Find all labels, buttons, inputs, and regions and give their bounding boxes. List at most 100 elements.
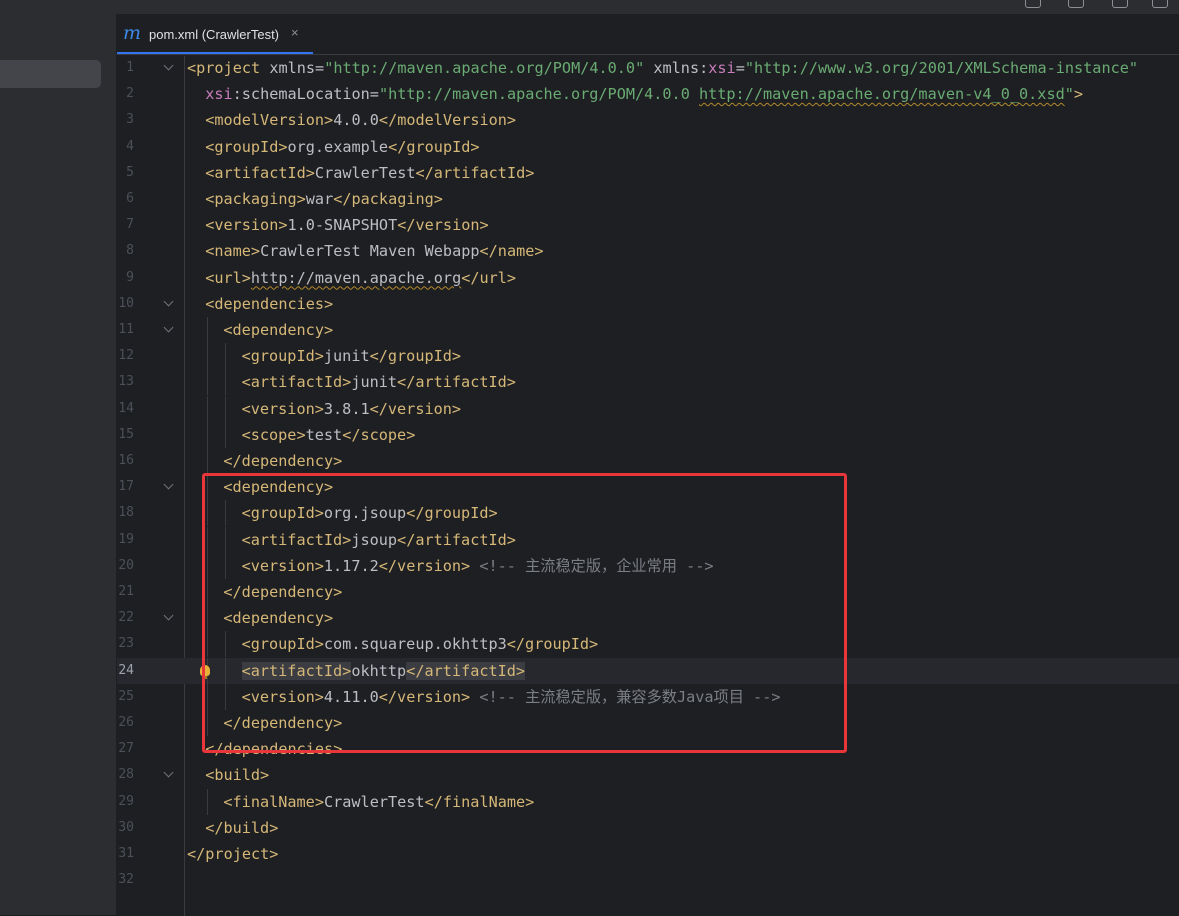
code-text: <groupId>junit</groupId>: [241, 347, 462, 366]
indent-guide: [207, 395, 209, 422]
settings-icon[interactable]: [1152, 0, 1168, 8]
code-line[interactable]: 13 <artifactId>junit</artifactId>: [117, 369, 1179, 396]
line-number: 28: [118, 767, 134, 783]
code-text: xsi:schemaLocation="http://maven.apache.…: [205, 85, 1084, 104]
line-number: 12: [118, 348, 134, 364]
code-line[interactable]: 31 </project>: [117, 841, 1179, 867]
code-text: <packaging>war</packaging>: [205, 190, 443, 208]
code-text: </build>: [205, 818, 279, 837]
line-number: 15: [118, 426, 134, 442]
code-text: <version>1.0-SNAPSHOT</version>: [205, 216, 489, 235]
code-text: <project xmlns="http://maven.apache.org/…: [187, 59, 1139, 77]
code-line[interactable]: 10 <dependencies>: [117, 291, 1179, 317]
code-text: </dependency>: [223, 452, 343, 470]
line-number: 31: [118, 846, 134, 861]
line-number: 16: [118, 453, 134, 468]
toolbar-icon[interactable]: [1025, 0, 1041, 8]
project-sidebar: [0, 14, 117, 915]
code-line[interactable]: 1 <project xmlns="http://maven.apache.org…: [117, 55, 1179, 81]
code-text: <groupId>org.example</groupId>: [205, 137, 480, 156]
code-text: </project>: [187, 845, 279, 863]
code-text: <modelVersion>4.0.0</modelVersion>: [205, 111, 517, 130]
line-number: 13: [118, 374, 134, 390]
fold-chevron-icon[interactable]: [163, 60, 174, 71]
top-toolbar: [0, 0, 1179, 14]
line-number: 20: [118, 557, 134, 573]
code-line[interactable]: 9 <url>http://maven.apache.org</url>: [117, 265, 1179, 291]
sidebar-selected-item[interactable]: [0, 60, 101, 88]
indent-guide: [207, 448, 209, 474]
indent-guide: [207, 788, 209, 815]
line-number: 2: [126, 86, 134, 102]
code-line[interactable]: 14 <version>3.8.1</version>: [117, 395, 1179, 422]
code-line[interactable]: 7 <version>1.0-SNAPSHOT</version>: [117, 212, 1179, 238]
code-text: <finalName>CrawlerTest</finalName>: [223, 792, 535, 811]
line-number: 32: [118, 872, 134, 888]
code-line[interactable]: 6 <packaging>war</packaging>: [117, 186, 1179, 212]
code-text: <scope>test</scope>: [241, 425, 416, 444]
code-line[interactable]: 30 </build>: [117, 815, 1179, 841]
line-number: 4: [126, 138, 134, 154]
code-line[interactable]: 11 <dependency>: [117, 317, 1179, 343]
toolbar-icon[interactable]: [1112, 0, 1128, 8]
line-number: 8: [126, 243, 134, 259]
fold-chevron-icon[interactable]: [163, 767, 174, 778]
code-line[interactable]: 8 <name>CrawlerTest Maven Webapp</name>: [117, 238, 1179, 264]
line-number: 6: [126, 191, 134, 206]
code-text: <version>3.8.1</version>: [241, 399, 462, 418]
line-number: 18: [118, 505, 134, 521]
line-number: 1: [126, 60, 134, 75]
code-text: <artifactId>junit</artifactId>: [241, 373, 516, 392]
line-number: 24: [118, 662, 134, 678]
fold-chevron-icon[interactable]: [163, 322, 174, 333]
code-line[interactable]: 4 <groupId>org.example</groupId>: [117, 134, 1179, 160]
code-line[interactable]: 28 <build>: [117, 762, 1179, 788]
code-text: <artifactId>CrawlerTest</artifactId>: [205, 163, 535, 182]
fold-chevron-icon[interactable]: [163, 296, 174, 307]
code-editor[interactable]: m pom.xml (CrawlerTest) × 1 <project xmln…: [117, 14, 1179, 916]
indent-guide: [225, 369, 227, 396]
code-line[interactable]: 15 <scope>test</scope>: [117, 421, 1179, 448]
toolbar-icon[interactable]: [1068, 0, 1084, 8]
code-line[interactable]: 32: [117, 867, 1179, 893]
line-number: 11: [118, 322, 134, 337]
line-number: 14: [118, 400, 134, 416]
tab-title: pom.xml (CrawlerTest): [149, 27, 280, 42]
line-number: 25: [118, 688, 134, 704]
line-number: 17: [118, 479, 134, 495]
indent-guide: [225, 421, 227, 448]
code-line[interactable]: 5 <artifactId>CrawlerTest</artifactId>: [117, 160, 1179, 186]
indent-guide: [207, 343, 209, 370]
indent-guide: [207, 421, 209, 448]
code-text: <dependency>: [223, 321, 334, 339]
editor-tab-bar: m pom.xml (CrawlerTest) ×: [117, 14, 1179, 55]
code-text: <build>: [205, 766, 270, 785]
fold-chevron-icon[interactable]: [163, 610, 174, 621]
line-number: 27: [118, 741, 134, 757]
indent-guide: [225, 395, 227, 422]
code-line[interactable]: 2 xsi:schemaLocation="http://maven.apache…: [117, 81, 1179, 107]
code-line[interactable]: 29 <finalName>CrawlerTest</finalName>: [117, 788, 1179, 815]
code-line[interactable]: 3 <modelVersion>4.0.0</modelVersion>: [117, 107, 1179, 133]
code-line[interactable]: 12 <groupId>junit</groupId>: [117, 343, 1179, 370]
code-line[interactable]: 16 </dependency>: [117, 448, 1179, 474]
line-number: 26: [118, 715, 134, 730]
indent-guide: [225, 343, 227, 370]
indent-guide: [207, 317, 209, 343]
maven-m-icon: m: [123, 22, 142, 44]
line-number: 30: [118, 819, 134, 835]
code-text: <dependencies>: [205, 294, 334, 313]
line-number: 3: [126, 112, 134, 128]
line-number: 19: [118, 531, 134, 547]
line-number: 10: [118, 295, 134, 311]
line-number: 5: [126, 164, 134, 180]
code-text: <name>CrawlerTest Maven Webapp</name>: [205, 242, 544, 261]
line-number: 21: [118, 584, 134, 599]
fold-chevron-icon[interactable]: [163, 479, 174, 490]
line-number: 22: [118, 610, 134, 626]
close-icon[interactable]: ×: [291, 25, 299, 40]
indent-guide: [207, 369, 209, 396]
line-number: 23: [118, 636, 134, 652]
line-number: 9: [126, 269, 134, 285]
tab-pom-xml[interactable]: m pom.xml (CrawlerTest) ×: [117, 14, 313, 54]
